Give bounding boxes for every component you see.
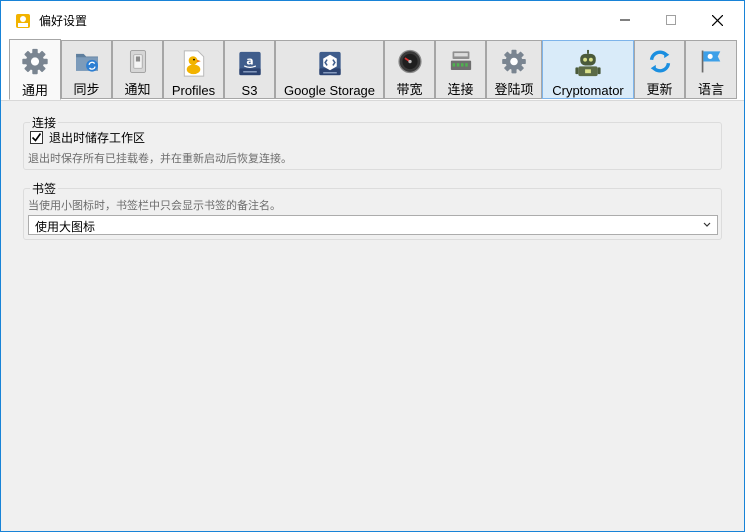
bookmarks-group: 书签 当使用小图标时，书签栏中只会显示书签的备注名。 使用大图标 bbox=[23, 180, 722, 240]
minimize-button[interactable] bbox=[602, 1, 648, 39]
maximize-button[interactable] bbox=[648, 1, 694, 39]
connection-group: 连接 退出时储存工作区 退出时保存所有已挂载卷，并在重新启动后恢复连接。 bbox=[23, 114, 722, 170]
title-bar[interactable]: 偏好设置 bbox=[1, 1, 744, 39]
tab-label: 语言 bbox=[697, 82, 724, 97]
tab-profiles[interactable]: Profiles bbox=[163, 40, 224, 99]
tab-label: 更新 bbox=[646, 82, 673, 97]
bookmark-icon-size-select[interactable]: 使用大图标 bbox=[28, 215, 718, 235]
chevron-down-icon bbox=[703, 222, 711, 227]
tab-login-items[interactable]: 登陆项 bbox=[486, 40, 542, 99]
tab-label: Cryptomator bbox=[552, 83, 624, 98]
checkmark-icon bbox=[31, 133, 42, 142]
checkbox-label: 退出时储存工作区 bbox=[49, 131, 146, 145]
robot-icon bbox=[575, 49, 601, 77]
close-button[interactable] bbox=[694, 1, 740, 39]
tab-sync[interactable]: 同步 bbox=[61, 40, 112, 99]
tab-language[interactable]: 语言 bbox=[685, 40, 737, 99]
preferences-toolbar: 通用 同步 通知 Profiles a S3 Google Storage 带宽… bbox=[1, 39, 744, 101]
app-icon bbox=[16, 14, 30, 28]
maximize-icon bbox=[666, 15, 676, 25]
tab-s3[interactable]: a S3 bbox=[224, 40, 275, 99]
duck-icon bbox=[183, 50, 204, 77]
switch-icon bbox=[129, 50, 146, 73]
google-storage-icon bbox=[318, 51, 341, 76]
group-title: 书签 bbox=[30, 180, 59, 197]
general-settings-panel: 连接 退出时储存工作区 退出时保存所有已挂载卷，并在重新启动后恢复连接。 书签 … bbox=[1, 102, 744, 531]
save-workspace-checkbox[interactable] bbox=[30, 131, 43, 144]
description: 退出时保存所有已挂载卷，并在重新启动后恢复连接。 bbox=[28, 152, 292, 165]
tab-label: Profiles bbox=[171, 83, 216, 98]
minimize-icon bbox=[620, 19, 630, 21]
tab-bandwidth[interactable]: 带宽 bbox=[384, 40, 435, 99]
window-title: 偏好设置 bbox=[39, 14, 88, 28]
tab-label: 连接 bbox=[447, 82, 474, 97]
tab-label: 通知 bbox=[124, 82, 151, 97]
tab-connection[interactable]: 连接 bbox=[435, 40, 486, 99]
tab-general[interactable]: 通用 bbox=[9, 39, 61, 100]
amazon-drive-icon: a bbox=[238, 51, 261, 76]
flag-icon bbox=[701, 50, 721, 73]
tab-label: 同步 bbox=[73, 82, 100, 97]
save-workspace-option[interactable]: 退出时储存工作区 bbox=[30, 129, 145, 146]
gear-icon bbox=[502, 49, 526, 74]
tab-update[interactable]: 更新 bbox=[634, 40, 685, 99]
close-icon bbox=[711, 14, 723, 26]
gauge-icon bbox=[397, 49, 422, 74]
description: 当使用小图标时，书签栏中只会显示书签的备注名。 bbox=[28, 199, 281, 212]
select-value: 使用大图标 bbox=[35, 220, 96, 234]
folder-sync-icon bbox=[75, 53, 98, 72]
tab-label: 登陆项 bbox=[494, 82, 534, 97]
gear-icon bbox=[22, 48, 48, 75]
tab-notifications[interactable]: 通知 bbox=[112, 40, 163, 99]
network-icon bbox=[450, 51, 471, 70]
tab-cryptomator[interactable]: Cryptomator bbox=[542, 40, 634, 99]
tab-label: 通用 bbox=[21, 83, 48, 98]
refresh-icon bbox=[649, 50, 670, 73]
tab-label: 带宽 bbox=[396, 82, 423, 97]
tab-google-storage[interactable]: Google Storage bbox=[275, 40, 384, 99]
tab-label: Google Storage bbox=[283, 83, 376, 98]
svg-text:a: a bbox=[246, 54, 253, 67]
preferences-window: 偏好设置 通用 同步 通知 Profiles a S3 Google Stora… bbox=[0, 0, 745, 532]
tab-label: S3 bbox=[241, 83, 258, 98]
